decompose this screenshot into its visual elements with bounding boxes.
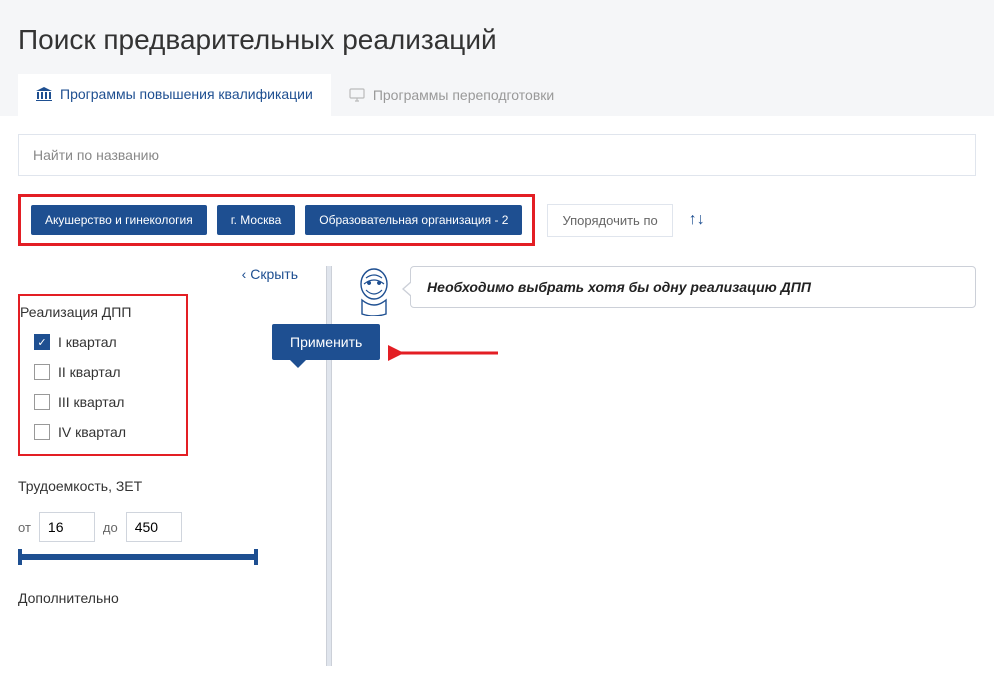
checkbox-q1[interactable]: ✓ I квартал xyxy=(20,334,176,350)
notice: Необходимо выбрать хотя бы одну реализац… xyxy=(352,266,976,321)
checkbox-icon xyxy=(34,394,50,410)
tabs: Программы повышения квалификации Програм… xyxy=(18,74,976,116)
range-handle-left[interactable] xyxy=(18,549,22,565)
extra-title: Дополнительно xyxy=(18,590,318,606)
monitor-icon xyxy=(349,88,365,102)
to-label: до xyxy=(103,520,118,535)
range-slider[interactable] xyxy=(18,554,258,560)
filter-realization-title: Реализация ДПП xyxy=(20,304,176,320)
checkbox-label: IV квартал xyxy=(58,424,126,440)
range-inputs: от до xyxy=(18,512,318,542)
notice-speech: Необходимо выбрать хотя бы одну реализац… xyxy=(410,266,976,308)
from-input[interactable] xyxy=(39,512,95,542)
checkbox-q2[interactable]: II квартал xyxy=(20,364,176,380)
tab-qualification[interactable]: Программы повышения квалификации xyxy=(18,74,331,116)
tab-label: Программы переподготовки xyxy=(373,87,554,103)
arrow-annotation-icon xyxy=(388,338,508,373)
tab-label: Программы повышения квалификации xyxy=(60,86,313,102)
page-title: Поиск предварительных реализаций xyxy=(0,0,994,74)
filter-chips-annotation: Акушерство и гинекология г. Москва Образ… xyxy=(18,194,535,246)
checkbox-icon xyxy=(34,364,50,380)
filter-realization-annotation: Реализация ДПП ✓ I квартал II квартал II… xyxy=(18,294,188,456)
tab-retraining[interactable]: Программы переподготовки xyxy=(331,74,572,116)
chip-specialty[interactable]: Акушерство и гинекология xyxy=(31,205,207,235)
checkbox-label: I квартал xyxy=(58,334,117,350)
to-input[interactable] xyxy=(126,512,182,542)
range-handle-right[interactable] xyxy=(254,549,258,565)
chip-region[interactable]: г. Москва xyxy=(217,205,296,235)
checkbox-label: II квартал xyxy=(58,364,121,380)
checkbox-icon xyxy=(34,424,50,440)
filter-row: Акушерство и гинекология г. Москва Образ… xyxy=(18,194,976,246)
sort-direction-icon[interactable]: ↑↓ xyxy=(685,207,709,233)
from-label: от xyxy=(18,520,31,535)
chip-organization[interactable]: Образовательная организация - 2 xyxy=(305,205,522,235)
labor-title: Трудоемкость, ЗЕТ xyxy=(18,478,318,494)
sort-button[interactable]: Упорядочить по xyxy=(547,204,672,237)
apply-button[interactable]: Применить xyxy=(272,324,380,360)
checkbox-label: III квартал xyxy=(58,394,124,410)
collapse-sidebar[interactable]: Скрыть xyxy=(242,266,318,292)
checkbox-q3[interactable]: III квартал xyxy=(20,394,176,410)
search-input[interactable]: Найти по названию xyxy=(18,134,976,176)
checkbox-q4[interactable]: IV квартал xyxy=(20,424,176,440)
checkbox-icon: ✓ xyxy=(34,334,50,350)
bank-icon xyxy=(36,87,52,101)
result-area: Необходимо выбрать хотя бы одну реализац… xyxy=(340,266,976,666)
mascot-icon xyxy=(352,266,396,321)
